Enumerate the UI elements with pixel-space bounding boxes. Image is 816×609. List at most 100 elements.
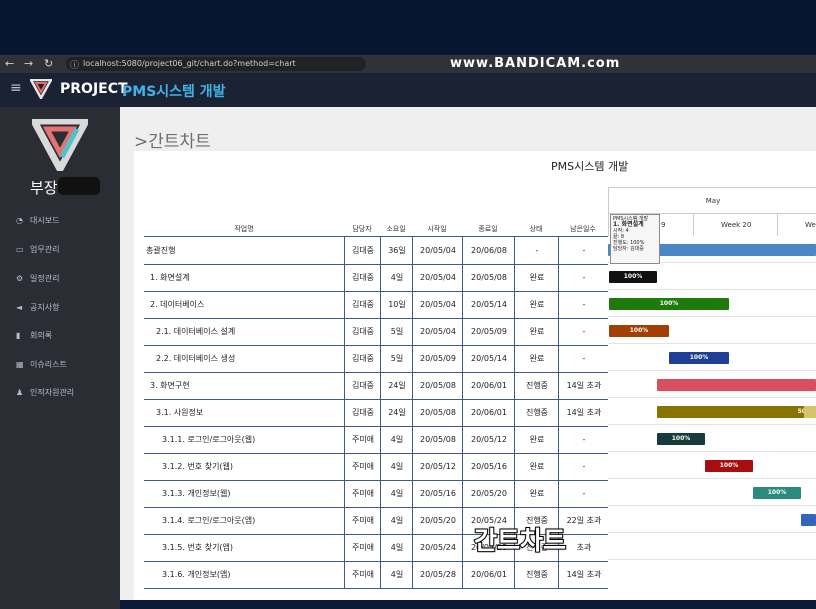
table-cell: 김대중 <box>344 372 381 399</box>
sidebar-item-tasks[interactable]: ▭ 업무관리 <box>16 244 59 255</box>
table-cell: 20/05/08 <box>412 372 463 399</box>
table-row[interactable]: 3.1.1. 로그인/로그아웃(웹) 주미애 4일 20/05/08 20/05/12 완… <box>144 426 608 454</box>
gantt-month: May <box>608 187 816 214</box>
gantt-bar-label: 100% <box>623 273 643 280</box>
table-cell: 김대중 <box>344 345 381 372</box>
table-cell: 4일 <box>380 453 413 480</box>
table-row[interactable]: 2.1. 데이터베이스 설계 김대중 5일 20/05/04 20/05/09 완료 - <box>144 318 608 346</box>
gantt-bar[interactable]: 50% <box>657 406 816 418</box>
back-icon[interactable]: ← <box>5 57 14 70</box>
table-row[interactable]: 3. 화면구현 김대중 24일 20/05/08 20/06/01 진행중 14일 초과 <box>144 372 608 400</box>
table-cell: 20/05/28 <box>412 561 463 588</box>
table-cell: 2.1. 데이터베이스 설계 <box>156 327 236 336</box>
table-header: 작업명 담당자 소요일 시작일 종료일 상태 남은일수 <box>144 222 608 237</box>
sidebar-item-label: 회의록 <box>30 331 53 340</box>
table-row[interactable]: 2. 데이터베이스 김대중 10일 20/05/04 20/05/14 완료 - <box>144 291 608 319</box>
gantt-bar[interactable] <box>801 514 816 526</box>
user-name-redacted <box>58 177 100 195</box>
table-cell: 20/05/24 <box>412 534 463 561</box>
table-cell: 3.1.6. 개인정보(앱) <box>162 570 231 579</box>
table-cell: 주미애 <box>344 480 381 507</box>
table-cell: 완료 <box>514 318 559 345</box>
logo-icon <box>30 79 52 99</box>
table-cell: 20/06/01 <box>462 561 515 588</box>
sidebar-item-minutes[interactable]: ▮ 회의록 <box>16 330 52 341</box>
table-cell: 4일 <box>380 534 413 561</box>
table-row[interactable]: 3.1.3. 개인정보(웹) 주미애 4일 20/05/16 20/05/20 완료 - <box>144 480 608 508</box>
sidebar-item-label: 업무관리 <box>30 245 60 254</box>
gantt-bar[interactable]: 100% <box>609 325 669 337</box>
table-cell: 20/05/08 <box>412 426 463 453</box>
table-cell: - <box>558 264 609 291</box>
gears-icon: ⚙ <box>16 274 24 283</box>
table-row[interactable]: 3.1.2. 번호 찾기(웹) 주미애 4일 20/05/12 20/05/16 완료 - <box>144 453 608 481</box>
gantt-bar[interactable]: 100% <box>705 460 753 472</box>
table-cell: 김대중 <box>344 318 381 345</box>
table-cell: 진행중 <box>514 561 559 588</box>
table-cell: 20/05/08 <box>412 399 463 426</box>
gantt-bar[interactable]: 100% <box>609 271 657 283</box>
table-cell: 완료 <box>514 291 559 318</box>
table-cell: - <box>558 345 609 372</box>
table-cell: 14일 초과 <box>558 372 609 399</box>
sidebar-item-label: 인적자원관리 <box>30 388 75 397</box>
table-cell: 4일 <box>380 264 413 291</box>
gantt-tooltip: PMS시스템 개발 1. 화면설계 시작: 4 끝: 8 진행도: 100% 담… <box>610 214 660 264</box>
gantt-bar[interactable] <box>657 379 816 391</box>
table-cell: 5일 <box>380 345 413 372</box>
grid-icon: ▦ <box>16 360 24 369</box>
table-cell: 주미애 <box>344 534 381 561</box>
table-cell: 주미애 <box>344 561 381 588</box>
column-header: 종료일 <box>478 225 498 233</box>
gantt-bar[interactable]: 100% <box>657 433 705 445</box>
address-bar[interactable]: ⓘ localhost:5080/project06_git/chart.do?… <box>66 57 366 71</box>
table-row[interactable]: 3.1.6. 개인정보(앱) 주미애 4일 20/05/28 20/06/01 진행중 14… <box>144 561 608 589</box>
sidebar-item-hr[interactable]: ♟ 인적자원관리 <box>16 387 74 398</box>
table-cell: 3.1. 사원정보 <box>156 408 204 417</box>
sidebar: 부장 ◔ 대시보드 ▭ 업무관리 ⚙ 일정관리 ◄ 공지사항 ▮ 회의록 ▦ 이슈리스트 ♟… <box>0 107 120 609</box>
table-cell: 주미애 <box>344 507 381 534</box>
table-cell: 14일 초과 <box>558 561 609 588</box>
table-cell: 20/05/09 <box>412 345 463 372</box>
table-cell: 3.1.1. 로그인/로그아웃(웹) <box>162 435 256 444</box>
table-cell: 20/05/12 <box>412 453 463 480</box>
column-header: 상태 <box>529 225 543 233</box>
video-caption: 간트차트 <box>473 525 567 556</box>
gantt-bar-label: 100% <box>719 462 739 469</box>
table-cell: 3.1.3. 개인정보(웹) <box>162 489 231 498</box>
gantt-bar[interactable]: 100% <box>609 298 729 310</box>
gantt-bar-label: 100% <box>671 435 691 442</box>
table-cell: 김대중 <box>344 237 381 264</box>
page-title: >간트차트 <box>134 132 211 152</box>
logo-icon <box>32 119 88 171</box>
table-cell: 20/05/04 <box>412 264 463 291</box>
gantt-bar[interactable]: 100% <box>753 487 801 499</box>
info-icon: ⓘ <box>70 61 80 71</box>
table-cell: 김대중 <box>344 291 381 318</box>
brand-name[interactable]: PROJECT <box>60 81 128 97</box>
dashboard-icon: ◔ <box>16 216 23 225</box>
monitor-icon: ▭ <box>16 245 24 254</box>
gantt-bar-label: 100% <box>659 300 679 307</box>
forward-icon[interactable]: → <box>24 57 33 70</box>
table-cell: 3.1.4. 로그인/로그아웃(앱) <box>162 516 256 525</box>
table-cell: 20/05/09 <box>462 318 515 345</box>
sidebar-item-schedule[interactable]: ⚙ 일정관리 <box>16 273 59 284</box>
table-row[interactable]: 총괄진행 김대중 36일 20/05/04 20/06/08- - <box>144 237 608 265</box>
reload-icon[interactable]: ↻ <box>44 57 53 70</box>
url-text: localhost:5080/project06_git/chart.do?me… <box>83 59 296 68</box>
sidebar-item-issues[interactable]: ▦ 이슈리스트 <box>16 359 67 370</box>
sidebar-item-notice[interactable]: ◄ 공지사항 <box>16 302 59 313</box>
bullhorn-icon: ◄ <box>16 303 23 312</box>
table-cell: 완료 <box>514 453 559 480</box>
table-row[interactable]: 1. 화면설계 김대중 4일 20/05/04 20/05/08 완료 - <box>144 264 608 292</box>
sidebar-item-dashboard[interactable]: ◔ 대시보드 <box>16 215 59 226</box>
menu-icon[interactable]: ≡ <box>10 80 22 96</box>
table-row[interactable]: 3.1. 사원정보 김대중 24일 20/05/08 20/06/01 진행중 14일 초과 <box>144 399 608 427</box>
table-cell: 24일 <box>380 372 413 399</box>
table-cell: 1. 화면설계 <box>150 273 190 282</box>
table-row[interactable]: 2.2. 데이터베이스 생성 김대중 5일 20/05/09 20/05/14 완료 - <box>144 345 608 373</box>
table-cell: 5일 <box>380 318 413 345</box>
gantt-bar[interactable]: 100% <box>669 352 729 364</box>
table-cell: 20/05/20 <box>462 480 515 507</box>
